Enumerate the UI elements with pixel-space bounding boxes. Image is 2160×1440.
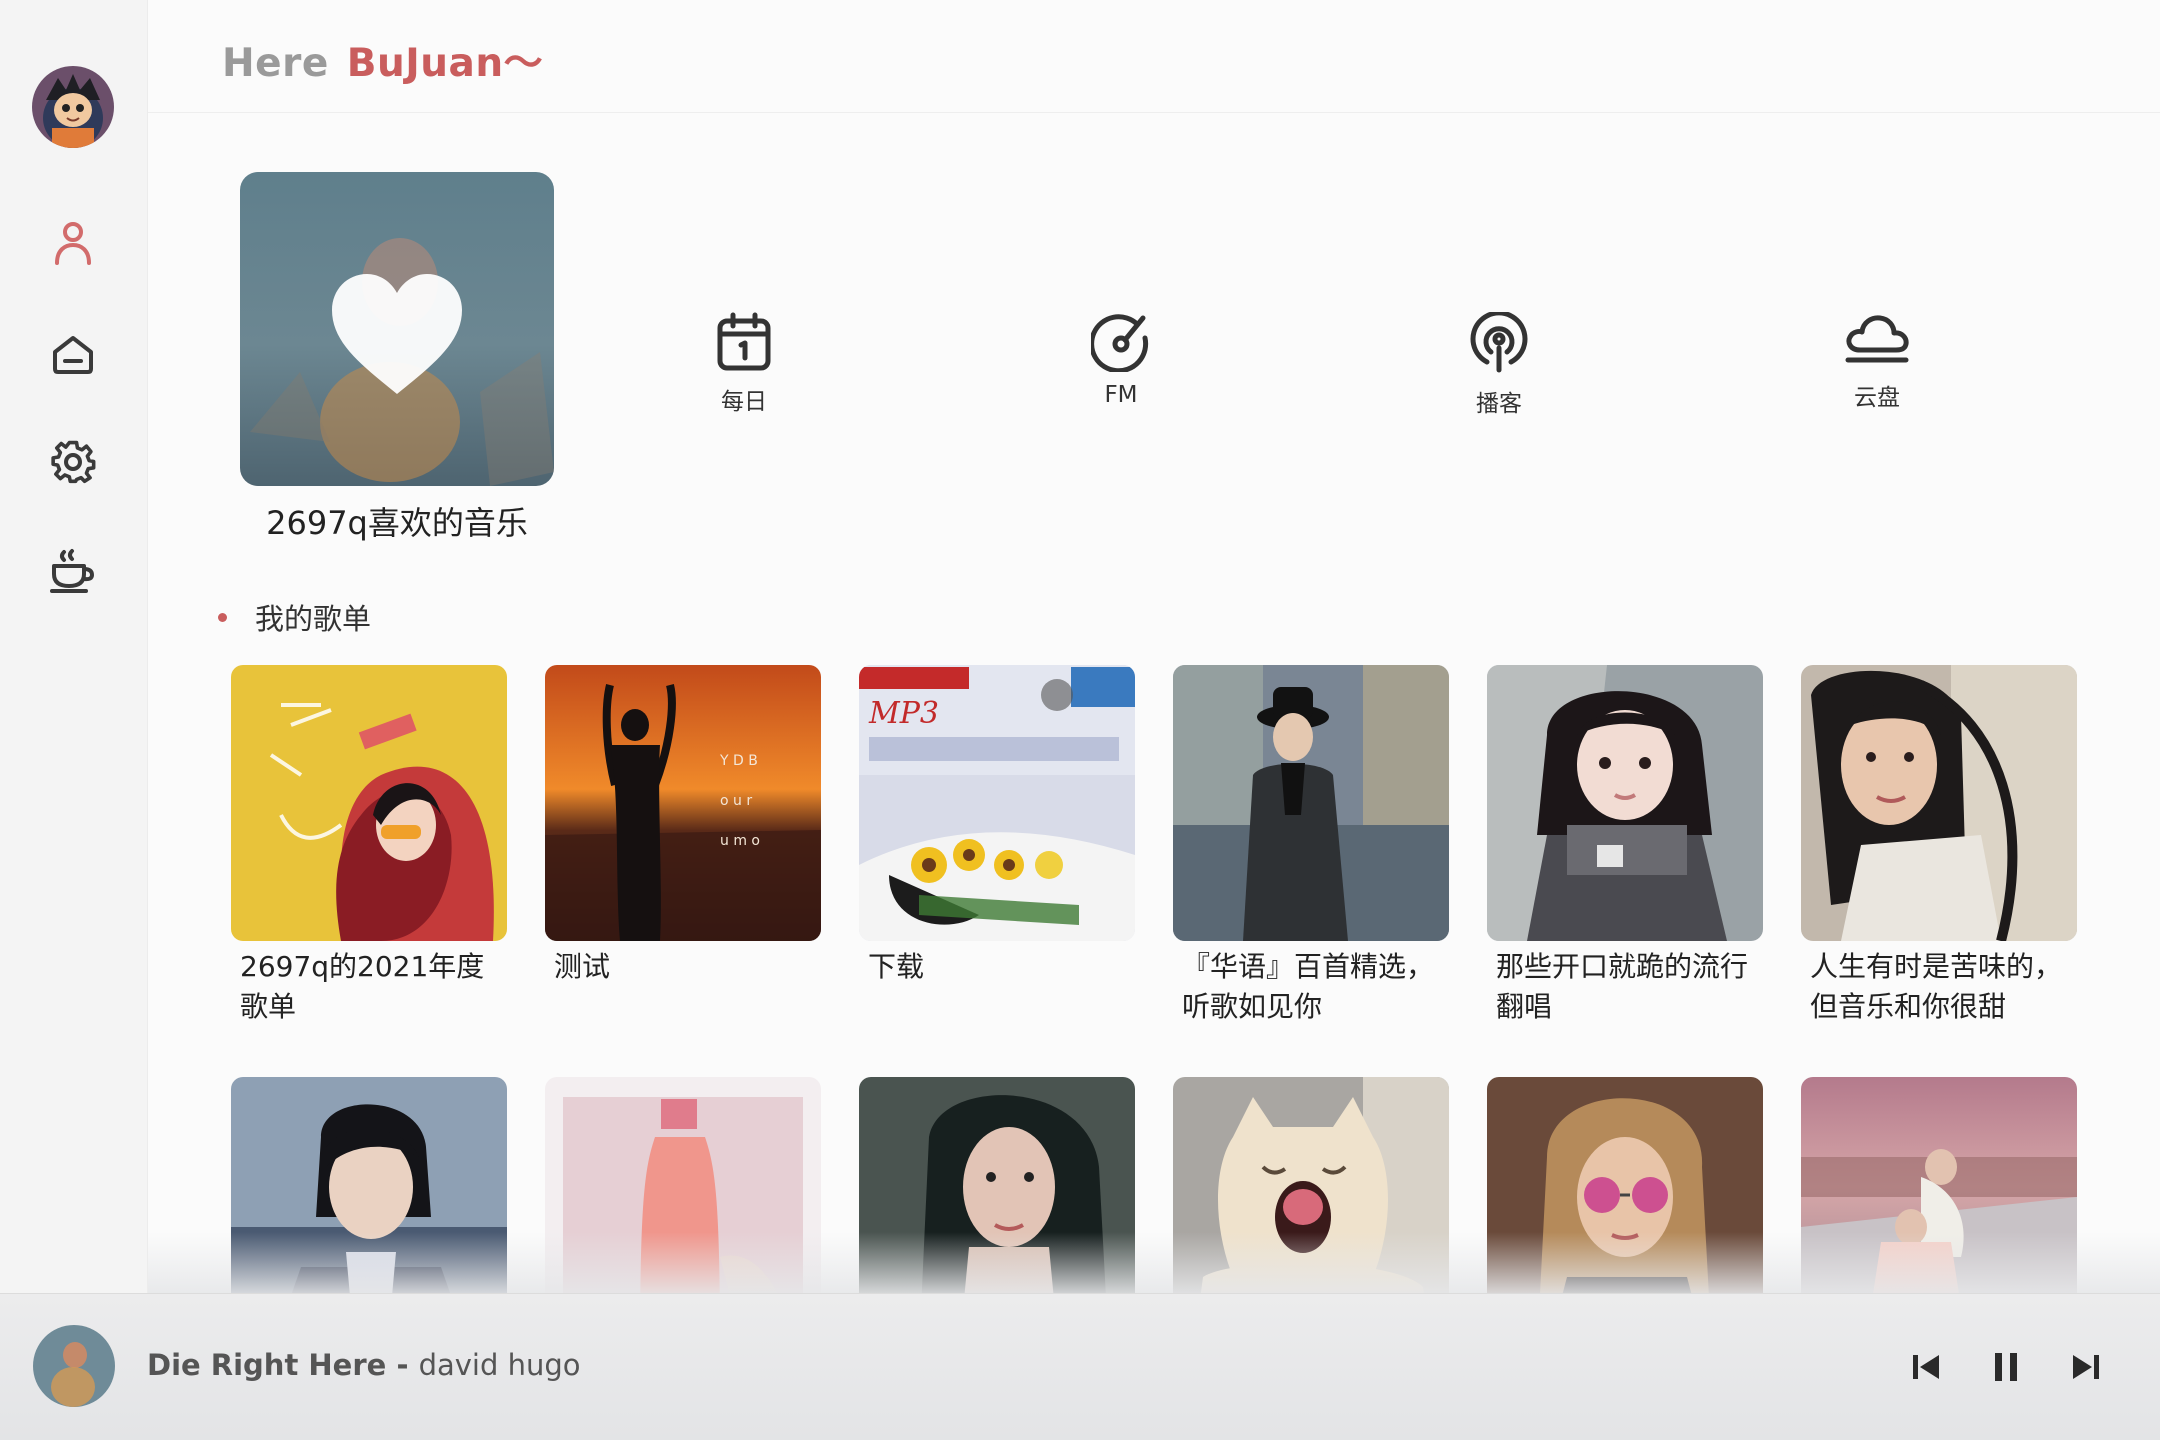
liked-music-title: 2697q喜欢的音乐 bbox=[266, 504, 528, 542]
header: Here BuJuan～ bbox=[148, 0, 2160, 113]
playlist-title: 人生有时是苦味的，但音乐和你很甜 bbox=[1810, 950, 2063, 1023]
quick-entry-label: 每日 bbox=[721, 389, 767, 415]
greeting-text: Here bbox=[222, 41, 329, 86]
quick-entry-podcast[interactable]: 播客 bbox=[1419, 312, 1579, 418]
playlist-cover[interactable] bbox=[1801, 665, 2077, 941]
svg-text:MP3: MP3 bbox=[868, 696, 939, 731]
playlist-cover[interactable] bbox=[231, 665, 507, 941]
sidebar bbox=[0, 0, 148, 1440]
coffee-icon[interactable] bbox=[44, 542, 102, 600]
playlist-card[interactable]: Y D B o u r u m o 测试 bbox=[545, 665, 821, 987]
liked-music-card[interactable]: 2697q喜欢的音乐 bbox=[240, 172, 554, 544]
playlist-card[interactable]: 人生有时是苦味的，但音乐和你很甜 bbox=[1801, 665, 2077, 1027]
playlist-cover[interactable]: MP3 bbox=[859, 665, 1135, 941]
now-playing-info: Die Right Here - david hugo bbox=[147, 1348, 581, 1382]
calendar-icon bbox=[717, 312, 771, 371]
greeting: Here BuJuan～ bbox=[222, 32, 543, 88]
pause-button[interactable] bbox=[1981, 1342, 2031, 1392]
user-icon[interactable] bbox=[44, 214, 102, 272]
quick-entry-label: 播客 bbox=[1476, 391, 1522, 417]
playlist-card[interactable]: 『华语』百首精选，听歌如见你 bbox=[1173, 665, 1449, 1027]
quick-entry-fm[interactable]: FM bbox=[1041, 312, 1201, 408]
pause-icon bbox=[1995, 1353, 2017, 1381]
playlist-title: 2697q的2021年度歌单 bbox=[240, 950, 485, 1023]
playlist-card[interactable]: MP3 下载 bbox=[859, 665, 1135, 987]
cloud-icon bbox=[1845, 315, 1909, 363]
playlist-cover[interactable] bbox=[1487, 665, 1763, 941]
skip-next-icon bbox=[2073, 1355, 2099, 1379]
svg-text:o u r: o u r bbox=[720, 793, 752, 809]
now-playing-cover[interactable] bbox=[33, 1325, 115, 1407]
skip-previous-icon bbox=[1913, 1355, 1939, 1379]
song-separator: - bbox=[396, 1348, 409, 1382]
svg-text:Y D B: Y D B bbox=[719, 753, 758, 769]
section-title-text: 我的歌单 bbox=[255, 602, 372, 636]
quick-entry-label: FM bbox=[1104, 382, 1138, 408]
avatar[interactable] bbox=[32, 66, 114, 148]
next-button[interactable] bbox=[2061, 1342, 2111, 1392]
song-title: Die Right Here bbox=[147, 1348, 387, 1382]
previous-button[interactable] bbox=[1901, 1342, 1951, 1392]
playlist-cover[interactable]: Y D B o u r u m o bbox=[545, 665, 821, 941]
playlist-cover[interactable] bbox=[1173, 665, 1449, 941]
quick-entry-cloud[interactable]: 云盘 bbox=[1797, 312, 1957, 412]
song-artist: david hugo bbox=[418, 1348, 581, 1382]
quick-entry-daily[interactable]: 每日 bbox=[664, 312, 824, 416]
playlist-title: 『华语』百首精选，听歌如见你 bbox=[1182, 950, 1435, 1023]
playlist-card[interactable]: 2697q的2021年度歌单 bbox=[231, 665, 507, 1027]
home-icon[interactable] bbox=[44, 325, 102, 383]
playlist-title: 那些开口就跪的流行翻唱 bbox=[1496, 950, 1749, 1023]
liked-music-cover[interactable] bbox=[240, 172, 554, 486]
quick-entry-label: 云盘 bbox=[1854, 385, 1900, 411]
playlist-card[interactable]: 那些开口就跪的流行翻唱 bbox=[1487, 665, 1763, 1027]
username: BuJuan～ bbox=[346, 41, 544, 86]
playlist-title: 测试 bbox=[554, 950, 611, 983]
radio-disc-icon bbox=[1091, 314, 1149, 372]
section-dot bbox=[218, 612, 227, 622]
player-bar: Die Right Here - david hugo bbox=[0, 1293, 2160, 1440]
gear-icon[interactable] bbox=[44, 433, 102, 491]
section-title-my-playlists: 我的歌单 bbox=[218, 596, 371, 638]
svg-text:u m o: u m o bbox=[720, 833, 760, 849]
podcast-icon bbox=[1470, 312, 1528, 373]
playlist-title: 下载 bbox=[868, 950, 925, 983]
